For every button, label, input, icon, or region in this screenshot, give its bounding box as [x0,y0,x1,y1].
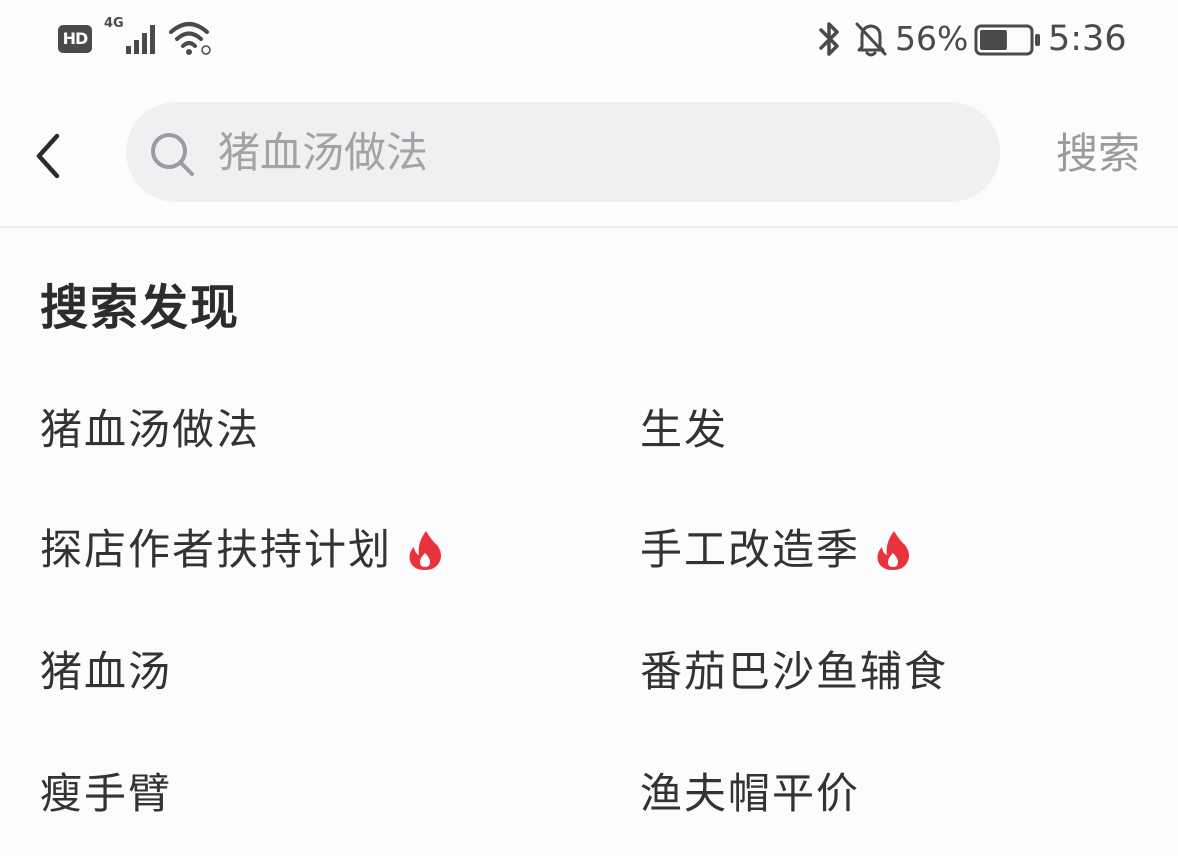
discover-item-label: 生发 [640,405,729,454]
status-bar: HD 4G 56% 5:36 [0,0,1178,80]
discover-item-label: 手工改造季 [640,525,861,574]
network-type-label: 4G [104,16,124,31]
section-title-search-discovery: 搜索发现 [40,280,241,336]
fire-icon [877,531,910,570]
discover-item-label: 瘦手臂 [40,769,173,818]
back-button[interactable] [22,128,74,184]
search-box[interactable] [126,102,1000,202]
discover-item-label: 探店作者扶持计划 [40,525,393,574]
discover-item[interactable]: 番茄巴沙鱼辅食 [640,622,948,722]
battery-level-fill [980,30,1007,50]
hd-badge: HD [58,25,92,53]
discover-item[interactable]: 渔夫帽平价 [640,744,860,844]
discover-item[interactable]: 手工改造季 [640,500,912,600]
discover-item[interactable]: 生发 [640,380,728,480]
bluetooth-icon [819,22,839,56]
bell-off-icon [855,22,887,57]
fire-icon [409,531,442,570]
search-header: 搜索 [0,80,1178,228]
discover-item[interactable]: 猪血汤做法 [40,380,260,480]
discover-item[interactable]: 瘦手臂 [40,744,172,844]
battery-icon [974,24,1040,56]
discover-item-label: 猪血汤做法 [40,405,261,454]
clock: 5:36 [1048,19,1127,59]
battery-percent: 56% [895,19,969,58]
wifi-icon [169,22,211,55]
chevron-left-icon [36,133,60,179]
discover-item[interactable]: 猪血汤 [40,622,172,722]
discover-item-label: 渔夫帽平价 [640,769,861,818]
discover-item[interactable]: 探店作者扶持计划 [40,500,444,600]
search-icon [151,133,194,176]
signal-icon [126,25,155,54]
search-input[interactable] [218,122,958,182]
discover-item-label: 猪血汤 [40,647,173,696]
search-button[interactable]: 搜索 [1046,124,1150,184]
discover-item-label: 番茄巴沙鱼辅食 [640,647,949,696]
